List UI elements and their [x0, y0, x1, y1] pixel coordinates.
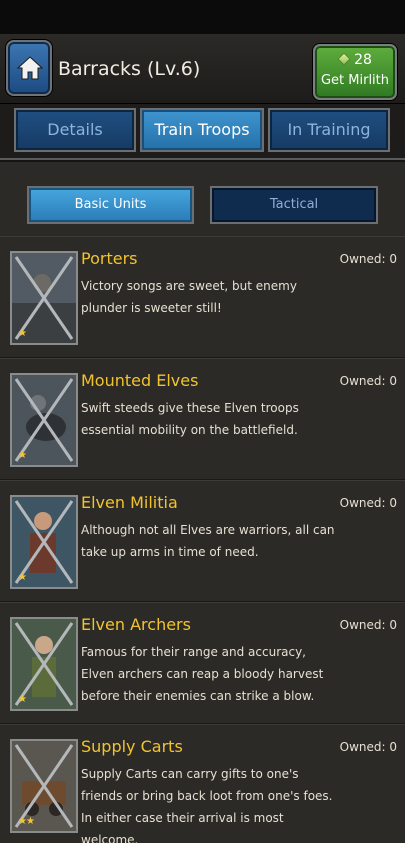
- unit-owned-count: Owned: 0: [339, 374, 397, 388]
- home-icon: [16, 56, 44, 80]
- header: Barracks (Lv.6) 28 Get Mirlith: [0, 34, 405, 104]
- tab-details[interactable]: Details: [14, 108, 136, 152]
- unit-name: Porters: [81, 249, 138, 268]
- unit-category-tabs: Basic Units Tactical: [0, 162, 405, 236]
- unit-row-elven-militia[interactable]: ★ Elven Militia Owned: 0 Although not al…: [0, 480, 405, 602]
- unit-rank-stars: ★: [18, 450, 27, 461]
- unit-rank-stars: ★★: [18, 816, 35, 827]
- unit-description: Although not all Elves are warriors, all…: [81, 523, 335, 559]
- home-button[interactable]: [6, 40, 52, 96]
- unit-description: Victory songs are sweet, but enemy plund…: [81, 279, 297, 315]
- status-bar: [0, 0, 405, 34]
- unit-portrait: ★: [10, 495, 78, 589]
- mirlith-icon: [337, 52, 351, 66]
- troop-list-panel: Basic Units Tactical ★ Porters Owned: 0 …: [0, 162, 405, 843]
- unit-owned-count: Owned: 0: [339, 618, 397, 632]
- unit-portrait: ★★: [10, 739, 78, 833]
- unit-name: Mounted Elves: [81, 371, 199, 390]
- unit-row-supply-carts[interactable]: ★★ Supply Carts Owned: 0 Supply Carts ca…: [0, 724, 405, 843]
- unit-portrait: ★: [10, 373, 78, 467]
- unit-name: Elven Militia: [81, 493, 178, 512]
- unit-row-porters[interactable]: ★ Porters Owned: 0 Victory songs are swe…: [0, 236, 405, 358]
- unit-row-mounted-elves[interactable]: ★ Mounted Elves Owned: 0 Swift steeds gi…: [0, 358, 405, 480]
- unit-description: Supply Carts can carry gifts to one's fr…: [81, 767, 333, 843]
- main-tabs: Details Train Troops In Training: [0, 104, 405, 160]
- unit-description: Swift steeds give these Elven troops ess…: [81, 401, 299, 437]
- get-mirlith-label: Get Mirlith: [320, 73, 390, 88]
- unit-portrait: ★: [10, 617, 78, 711]
- unit-rank-stars: ★: [18, 572, 27, 583]
- unit-owned-count: Owned: 0: [339, 496, 397, 510]
- unit-name: Elven Archers: [81, 615, 191, 634]
- unit-row-elven-archers[interactable]: ★ Elven Archers Owned: 0 Famous for thei…: [0, 602, 405, 724]
- subtab-tactical[interactable]: Tactical: [210, 186, 378, 224]
- page-title: Barracks (Lv.6): [58, 58, 201, 80]
- subtab-basic-units[interactable]: Basic Units: [27, 186, 194, 224]
- unit-portrait: ★: [10, 251, 78, 345]
- mirlith-count: 28: [315, 52, 395, 68]
- get-mirlith-button[interactable]: 28 Get Mirlith: [313, 44, 397, 100]
- unit-name: Supply Carts: [81, 737, 183, 756]
- unit-owned-count: Owned: 0: [339, 740, 397, 754]
- unit-rank-stars: ★: [18, 694, 27, 705]
- unit-owned-count: Owned: 0: [339, 252, 397, 266]
- tab-train-troops[interactable]: Train Troops: [140, 108, 264, 152]
- tab-in-training[interactable]: In Training: [268, 108, 390, 152]
- unit-description: Famous for their range and accuracy, Elv…: [81, 645, 324, 703]
- unit-rank-stars: ★: [18, 328, 27, 339]
